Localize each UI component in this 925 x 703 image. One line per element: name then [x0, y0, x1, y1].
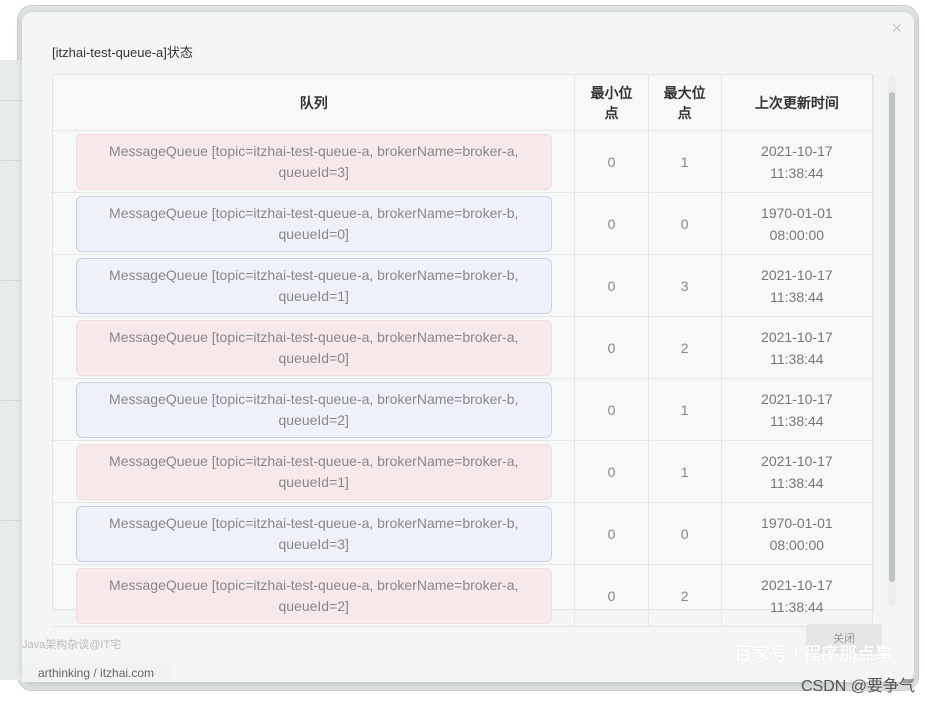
min-offset-cell: 0: [574, 502, 649, 565]
queue-cell: MessageQueue [topic=itzhai-test-queue-a,…: [53, 378, 576, 441]
message-queue-tag: MessageQueue [topic=itzhai-test-queue-a,…: [75, 505, 552, 562]
table-scrollbar[interactable]: [888, 76, 896, 606]
update-time: 08:00:00: [769, 226, 825, 243]
watermark-site: arthinking / itzhai.com: [22, 664, 171, 682]
update-date: 1970-01-01: [761, 204, 833, 221]
header-max-offset-label: 最大位点: [663, 84, 706, 121]
message-queue-tag: MessageQueue [topic=itzhai-test-queue-a,…: [75, 257, 552, 314]
last-update-cell: 2021-10-17 11:38:44: [721, 130, 874, 193]
message-queue-tag: MessageQueue [topic=itzhai-test-queue-a,…: [75, 195, 552, 252]
header-queue: 队列: [53, 75, 576, 131]
last-update-cell: 1970-01-01 08:00:00: [721, 192, 874, 255]
min-offset-cell: 0: [574, 440, 649, 503]
update-date: 2021-10-17: [761, 266, 833, 283]
watermark-author: Java架构杂谈@IT宅: [22, 639, 122, 651]
max-offset-cell: 1: [648, 130, 722, 193]
max-offset-cell: 0: [648, 502, 722, 565]
max-offset-cell: 1: [648, 440, 722, 503]
message-queue-tag: MessageQueue [topic=itzhai-test-queue-a,…: [75, 319, 552, 376]
message-queue-tag: MessageQueue [topic=itzhai-test-queue-a,…: [75, 567, 552, 624]
last-update-cell: 2021-10-17 11:38:44: [721, 564, 874, 627]
table-row: MessageQueue [topic=itzhai-test-queue-a,…: [53, 564, 874, 627]
watermark-baijiahao: 百家号 / 程序那点事: [733, 644, 893, 664]
update-time: 11:38:44: [770, 598, 824, 615]
queue-cell: MessageQueue [topic=itzhai-test-queue-a,…: [53, 130, 576, 193]
update-date: 1970-01-01: [761, 514, 833, 531]
update-date: 2021-10-17: [761, 142, 833, 159]
update-time: 11:38:44: [770, 164, 824, 181]
table-row: MessageQueue [topic=itzhai-test-queue-a,…: [53, 130, 874, 193]
update-time: 11:38:44: [770, 412, 824, 429]
close-icon[interactable]: ×: [891, 18, 902, 39]
table-row: MessageQueue [topic=itzhai-test-queue-a,…: [53, 440, 874, 503]
queue-table: 队列 最小位点 最大位点 上次更新时间 MessageQueue [topic=…: [53, 75, 874, 627]
min-offset-cell: 0: [574, 130, 649, 193]
update-date: 2021-10-17: [761, 390, 833, 407]
max-offset-cell: 2: [648, 564, 722, 627]
table-header-row: 队列 最小位点 最大位点 上次更新时间: [53, 75, 874, 131]
min-offset-cell: 0: [574, 378, 649, 441]
update-time: 11:38:44: [770, 350, 824, 367]
queue-table-container: 队列 最小位点 最大位点 上次更新时间 MessageQueue [topic=…: [52, 74, 874, 627]
update-time: 11:38:44: [770, 474, 824, 491]
table-row: MessageQueue [topic=itzhai-test-queue-a,…: [53, 502, 874, 565]
message-queue-tag: MessageQueue [topic=itzhai-test-queue-a,…: [75, 381, 552, 438]
update-date: 2021-10-17: [761, 576, 833, 593]
queue-cell: MessageQueue [topic=itzhai-test-queue-a,…: [53, 440, 576, 503]
table-row: MessageQueue [topic=itzhai-test-queue-a,…: [53, 192, 874, 255]
last-update-cell: 2021-10-17 11:38:44: [721, 440, 874, 503]
queue-status-dialog: × [itzhai-test-queue-a]状态 队列 最小位点 最大位点 上…: [22, 12, 914, 682]
max-offset-cell: 1: [648, 378, 722, 441]
last-update-cell: 2021-10-17 11:38:44: [721, 254, 874, 317]
update-date: 2021-10-17: [761, 328, 833, 345]
table-row: MessageQueue [topic=itzhai-test-queue-a,…: [53, 378, 874, 441]
max-offset-cell: 0: [648, 192, 722, 255]
update-time: 08:00:00: [769, 536, 825, 553]
min-offset-cell: 0: [574, 254, 649, 317]
header-min-offset: 最小位点: [574, 75, 649, 131]
scrollbar-thumb[interactable]: [889, 92, 895, 582]
watermark-csdn: CSDN @要争气: [800, 678, 915, 695]
queue-cell: MessageQueue [topic=itzhai-test-queue-a,…: [53, 254, 576, 317]
message-queue-tag: MessageQueue [topic=itzhai-test-queue-a,…: [75, 443, 552, 500]
last-update-cell: 2021-10-17 11:38:44: [721, 378, 874, 441]
max-offset-cell: 2: [648, 316, 722, 379]
header-last-update: 上次更新时间: [721, 75, 874, 131]
table-row: MessageQueue [topic=itzhai-test-queue-a,…: [53, 254, 874, 317]
min-offset-cell: 0: [574, 316, 649, 379]
queue-cell: MessageQueue [topic=itzhai-test-queue-a,…: [53, 564, 576, 627]
update-date: 2021-10-17: [761, 452, 833, 469]
min-offset-cell: 0: [574, 564, 649, 627]
queue-cell: MessageQueue [topic=itzhai-test-queue-a,…: [53, 316, 576, 379]
last-update-cell: 1970-01-01 08:00:00: [721, 502, 874, 565]
min-offset-cell: 0: [574, 192, 649, 255]
header-min-offset-label: 最小位点: [590, 84, 633, 121]
header-max-offset: 最大位点: [648, 75, 722, 131]
queue-cell: MessageQueue [topic=itzhai-test-queue-a,…: [53, 502, 576, 565]
last-update-cell: 2021-10-17 11:38:44: [721, 316, 874, 379]
queue-cell: MessageQueue [topic=itzhai-test-queue-a,…: [53, 192, 576, 255]
max-offset-cell: 3: [648, 254, 722, 317]
update-time: 11:38:44: [770, 288, 824, 305]
dialog-title: [itzhai-test-queue-a]状态: [52, 45, 193, 60]
table-row: MessageQueue [topic=itzhai-test-queue-a,…: [53, 316, 874, 379]
message-queue-tag: MessageQueue [topic=itzhai-test-queue-a,…: [75, 133, 552, 190]
